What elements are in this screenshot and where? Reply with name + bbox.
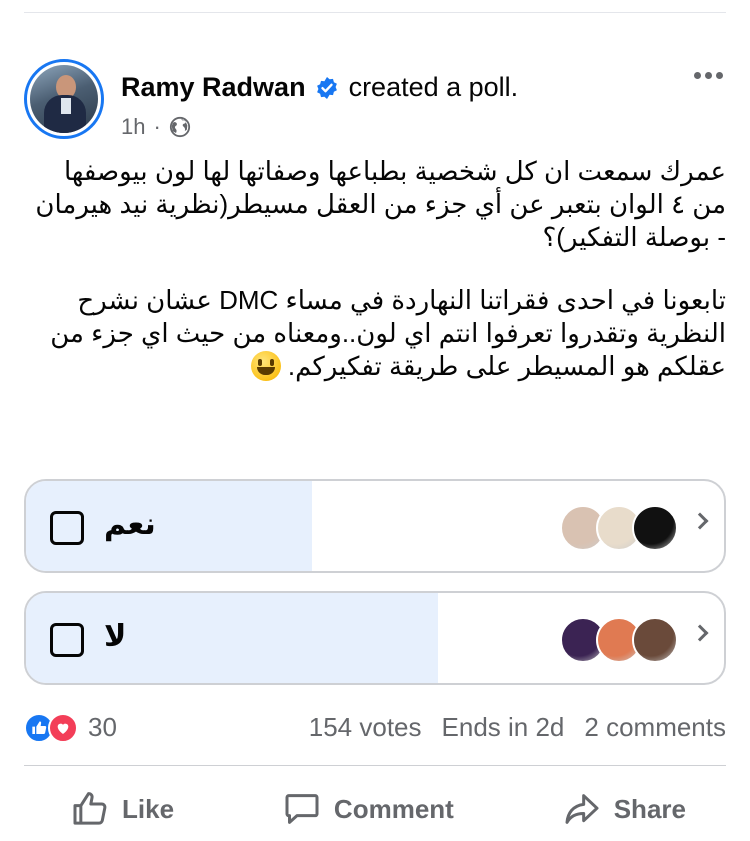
comment-bubble-icon <box>285 794 319 824</box>
thumbs-up-icon <box>73 792 107 825</box>
poll-option-no[interactable]: لا <box>24 591 726 685</box>
reaction-count: 30 <box>88 712 117 742</box>
post-paragraph-2-text: تابعونا في احدى فقراتنا النهاردة في مساء… <box>50 285 726 381</box>
poll-checkbox[interactable] <box>50 623 84 657</box>
verified-badge-icon <box>316 76 337 99</box>
grinning-emoji-icon <box>250 351 281 381</box>
more-options-icon[interactable] <box>694 72 723 79</box>
globe-icon <box>169 116 190 138</box>
comment-button[interactable]: Comment <box>282 789 454 829</box>
like-label: Like <box>122 793 175 824</box>
share-button[interactable]: Share <box>562 789 686 829</box>
voter-avatars[interactable] <box>560 617 678 663</box>
post-body: عمرك سمعت ان كل شخصية بطباعها وصفاتها له… <box>24 155 726 383</box>
post-paragraph-1: عمرك سمعت ان كل شخصية بطباعها وصفاتها له… <box>35 156 726 252</box>
comments-count[interactable]: 2 comments <box>584 712 726 743</box>
poll-result-bar <box>26 593 438 683</box>
poll-checkbox[interactable] <box>50 511 84 545</box>
poll-ends: Ends in 2d <box>441 712 565 742</box>
reactions-summary[interactable]: 30 <box>24 712 117 743</box>
poll-option-label: لا <box>104 620 127 653</box>
action-bar: Like Comment Share <box>24 782 726 836</box>
share-arrow-icon <box>565 794 599 824</box>
poll-option-yes[interactable]: نعم <box>24 479 726 573</box>
post-action-text: created a poll. <box>348 72 519 102</box>
like-button[interactable]: Like <box>70 789 174 829</box>
action-divider <box>24 765 726 766</box>
chevron-right-icon[interactable] <box>691 512 709 530</box>
voter-avatars[interactable] <box>560 505 678 551</box>
love-reaction-icon <box>48 712 78 743</box>
avatar[interactable] <box>24 59 104 139</box>
meta-separator: · <box>153 114 161 139</box>
voter-avatar <box>632 617 678 663</box>
poll-option-label: نعم <box>104 508 156 541</box>
post-time[interactable]: 1h <box>121 114 145 140</box>
post-header: Ramy Radwan created a poll. <box>121 72 518 103</box>
chevron-right-icon[interactable] <box>691 624 709 642</box>
top-divider <box>24 12 726 13</box>
votes-count[interactable]: 154 votes <box>309 712 422 743</box>
post-stats: 30 154 votes Ends in 2d 2 comments <box>24 710 726 746</box>
comment-label: Comment <box>333 793 454 824</box>
voter-avatar <box>632 505 678 551</box>
profile-photo <box>30 65 98 133</box>
post-meta: 1h · <box>121 114 191 140</box>
share-label: Share <box>613 793 686 824</box>
author-name[interactable]: Ramy Radwan <box>121 72 306 103</box>
post-paragraph-2: تابعونا في احدى فقراتنا النهاردة في مساء… <box>24 284 726 383</box>
